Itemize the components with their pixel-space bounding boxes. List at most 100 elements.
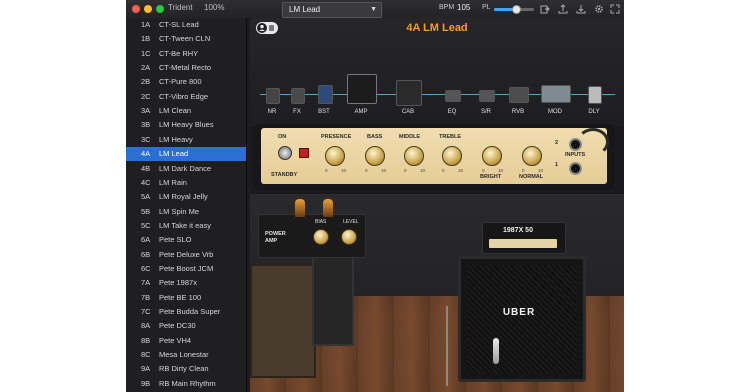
pl-label: PL: [482, 4, 491, 11]
preset-name: Mesa Lonestar: [159, 350, 209, 360]
preset-list-item[interactable]: 2A CT-Metal Recto: [126, 61, 246, 75]
normal-scale-max: 10: [538, 168, 544, 173]
preset-list-item[interactable]: 6C Pete Boost JCM: [126, 262, 246, 276]
preset-name: LM Royal Jelly: [159, 192, 208, 202]
power-amp-label: POWER AMP: [265, 231, 286, 244]
amp-module[interactable]: [347, 74, 377, 104]
preset-list-item[interactable]: 2C CT-Vibro Edge: [126, 90, 246, 104]
preset-name: LM Heavy: [159, 134, 193, 144]
preset-list-item[interactable]: 8B Pete VH4: [126, 334, 246, 348]
presence-label: PRESENCE: [321, 134, 352, 140]
amp-head: ON STANDBY PRESENCE BASS MIDDLE TREBLE 0…: [254, 124, 614, 190]
presence-knob[interactable]: [325, 146, 345, 166]
app-name: Trident: [168, 3, 193, 12]
standby-switch[interactable]: [299, 148, 309, 158]
sr-module[interactable]: [479, 90, 495, 102]
preset-list-item[interactable]: 5C LM Take it easy: [126, 219, 246, 233]
preset-code: 8C: [141, 350, 151, 360]
bst-module[interactable]: [318, 85, 333, 104]
bias-knob[interactable]: [313, 229, 329, 245]
preset-code: 1B: [141, 34, 151, 44]
middle-scale-max: 10: [420, 168, 426, 173]
download-icon[interactable]: [576, 4, 586, 14]
normal-volume-knob[interactable]: [522, 146, 542, 166]
preset-code: 3A: [141, 106, 151, 116]
preset-code: 1A: [141, 20, 151, 29]
rvb-module[interactable]: [509, 87, 529, 103]
nr-module[interactable]: [266, 88, 280, 104]
chain-label-eq: EQ: [447, 109, 457, 115]
presence-scale-max: 10: [341, 168, 347, 173]
preset-list-item[interactable]: 9B RB Main Rhythm: [126, 377, 246, 391]
preset-dropdown[interactable]: LM Lead ▼: [282, 2, 382, 18]
preset-list-item[interactable]: 7C Pete Budda Super: [126, 305, 246, 319]
preset-code: 2C: [141, 91, 151, 101]
preset-list-item[interactable]: 8A Pete DC30: [126, 319, 246, 333]
microphone-stand[interactable]: [446, 306, 448, 386]
export-icon[interactable]: [540, 4, 550, 14]
middle-knob[interactable]: [404, 146, 424, 166]
preset-name: CT-SL Lead: [159, 20, 199, 29]
preset-code: 3C: [141, 134, 151, 144]
preset-list-item[interactable]: 4B LM Dark Dance: [126, 162, 246, 176]
input-jack-1[interactable]: [569, 162, 582, 175]
upload-icon[interactable]: [558, 4, 568, 14]
preset-list-item[interactable]: 1A CT-SL Lead: [126, 18, 246, 32]
microphone-icon[interactable]: [493, 338, 499, 364]
preset-list-item[interactable]: 3C LM Heavy: [126, 133, 246, 147]
preset-code: 4B: [141, 163, 151, 173]
dly-module[interactable]: [588, 86, 602, 104]
preset-list-item[interactable]: 4A LM Lead: [126, 147, 246, 162]
cab-module[interactable]: [396, 80, 422, 106]
power-amp: POWER AMP BIAS LEVEL: [258, 199, 366, 258]
preset-list-item[interactable]: 7B Pete BE 100: [126, 291, 246, 305]
left-cabinet: [250, 264, 316, 378]
power-toggle[interactable]: [278, 146, 292, 160]
bass-label: BASS: [367, 134, 383, 140]
middle-scale-min: 0: [404, 168, 407, 173]
level-knob[interactable]: [341, 229, 357, 245]
minimize-window-button[interactable]: [144, 5, 152, 13]
preset-list-item[interactable]: 9A RB Dirty Clean: [126, 362, 246, 376]
preset-name: RB Main Rhythm: [159, 378, 216, 388]
eq-module[interactable]: [445, 90, 461, 102]
uber-cabinet: UBER: [458, 256, 586, 382]
app-window: Trident 100% LM Lead ▼ BPM 105 PL 1A CT-…: [126, 0, 624, 392]
preset-list-item[interactable]: 8C Mesa Lonestar: [126, 348, 246, 362]
preset-code: 5A: [141, 192, 151, 202]
fullscreen-icon[interactable]: [610, 4, 620, 14]
amp-control-panel: ON STANDBY PRESENCE BASS MIDDLE TREBLE 0…: [261, 128, 609, 184]
mod-module[interactable]: [541, 85, 571, 103]
preset-list-item[interactable]: 7A Pete 1987x: [126, 276, 246, 290]
preset-list-item[interactable]: 6A Pete SLO: [126, 233, 246, 247]
preset-list-item[interactable]: 1B CT-Tween CLN: [126, 32, 246, 46]
preset-name: CT-Metal Recto: [159, 63, 212, 73]
preset-code: 9A: [141, 364, 151, 374]
bass-knob[interactable]: [365, 146, 385, 166]
input-1-label: 1: [555, 162, 559, 168]
preset-name: Pete Budda Super: [159, 307, 221, 316]
preset-list-item[interactable]: 3A LM Clean: [126, 104, 246, 118]
close-window-button[interactable]: [132, 5, 140, 13]
guitar-cable[interactable]: [577, 128, 609, 156]
zoom-window-button[interactable]: [156, 5, 164, 13]
preset-list-item[interactable]: 6B Pete Deluxe Vrb: [126, 248, 246, 262]
pl-slider[interactable]: [494, 5, 534, 14]
bpm-value[interactable]: 105: [457, 3, 470, 12]
preset-list-item[interactable]: 4C LM Rain: [126, 176, 246, 190]
preset-code: 5B: [141, 206, 151, 216]
pl-slider-thumb[interactable]: [512, 5, 521, 14]
preset-list-item[interactable]: 3B LM Heavy Blues: [126, 118, 246, 132]
preset-list-item[interactable]: 1C CT-Be RHY: [126, 47, 246, 61]
chain-label-fx: FX: [293, 109, 301, 115]
bright-volume-knob[interactable]: [482, 146, 502, 166]
preset-list-item[interactable]: 2B CT-Pure 800: [126, 75, 246, 89]
gear-icon[interactable]: [594, 4, 604, 14]
bass-scale-min: 0: [365, 168, 368, 173]
fx-module[interactable]: [291, 88, 305, 104]
small-cabinet: [312, 254, 354, 346]
preset-list-item[interactable]: 5A LM Royal Jelly: [126, 190, 246, 204]
preset-list-item[interactable]: 5B LM Spin Me: [126, 205, 246, 219]
preset-code: 7C: [141, 307, 151, 316]
treble-knob[interactable]: [442, 146, 462, 166]
